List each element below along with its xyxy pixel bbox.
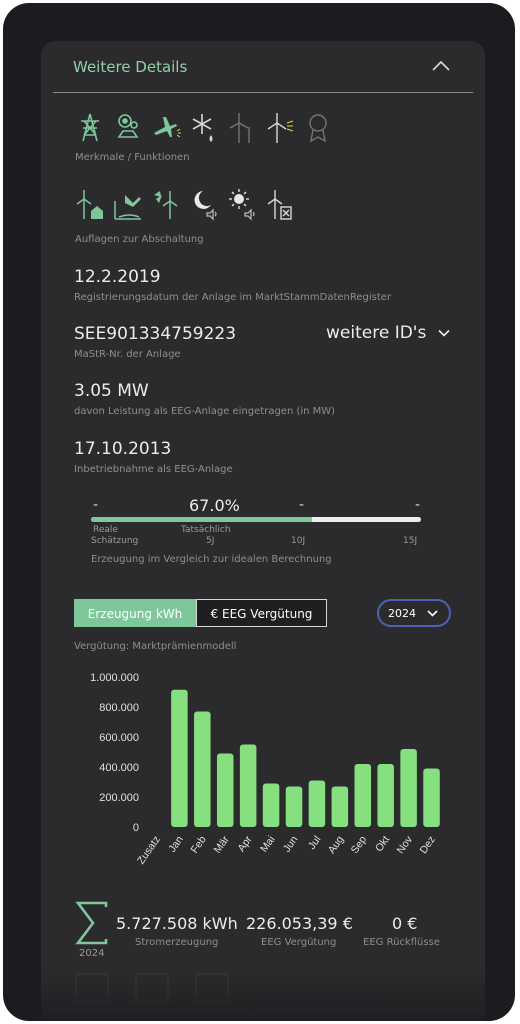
real-label: Reale <box>93 525 118 535</box>
commissioning-date: 17.10.2013 <box>74 439 172 459</box>
device-frame: Weitere Details Merkmale / Funktionen Au… <box>3 3 515 1021</box>
x-tick-label: Apr <box>235 833 254 854</box>
comparison-caption: Erzeugung im Vergleich zur idealen Berec… <box>91 554 332 565</box>
power-pylon-icon <box>81 113 99 142</box>
bar-mai[interactable] <box>262 783 280 828</box>
shadow-slope-icon <box>114 195 141 220</box>
more-ids-button[interactable]: weitere ID's <box>326 323 450 343</box>
eeg-label: EEG Vergütung <box>261 937 337 948</box>
bar-aug[interactable] <box>331 786 349 828</box>
bar-jul[interactable] <box>308 780 326 828</box>
comparison-fill <box>91 517 313 522</box>
tick-10j: 10J <box>291 536 306 546</box>
x-tick-label: Feb <box>189 834 209 856</box>
airplane-light-icon <box>154 117 181 138</box>
y-tick-label: 400.000 <box>99 762 139 774</box>
bar-okt[interactable] <box>377 764 394 827</box>
x-tick-label: Mai <box>258 834 278 855</box>
mastr-id: SEE901334759223 <box>74 324 237 344</box>
turbine-document-icon <box>267 190 292 220</box>
details-panel: Weitere Details Merkmale / Funktionen Au… <box>41 41 485 1021</box>
actual-label: Tatsächlich <box>181 525 231 535</box>
tick-15j: 15J <box>403 536 418 546</box>
map-pin-person-icon <box>117 114 139 138</box>
turbine-house-icon <box>76 190 103 219</box>
commissioning-caption: Inbetriebnahme als EEG-Anlage <box>74 464 233 475</box>
features-caption: Merkmale / Funktionen <box>75 152 190 163</box>
x-tick-label: Nov <box>395 833 416 856</box>
x-tick-label: Mär <box>211 833 231 855</box>
mastr-caption: MaStR-Nr. der Anlage <box>74 349 181 360</box>
sigma-year: 2024 <box>79 948 105 959</box>
x-tick-label: Aug <box>326 834 347 856</box>
eeg-value: 226.053,39 € <box>246 914 353 933</box>
remuneration-model: Vergütung: Marktprämienmodell <box>74 641 237 652</box>
x-tick-label: Jul <box>306 834 324 852</box>
divider <box>53 92 473 93</box>
refund-label: EEG Rückflüsse <box>363 937 440 948</box>
y-tick-label: 1.000.000 <box>90 672 139 684</box>
more-ids-label: weitere ID's <box>326 323 427 343</box>
chevron-down-icon <box>427 610 438 617</box>
wind-turbine-light-icon <box>267 113 294 143</box>
estimate-label: Schätzung <box>91 536 139 546</box>
power-value: 3.05 MW <box>74 381 149 401</box>
tick-5j: 5J <box>206 536 215 546</box>
x-tick-label: Dez <box>417 834 438 856</box>
wind-turbine-icon <box>229 113 250 143</box>
chevron-down-icon <box>438 329 450 337</box>
x-tick-label: Jun <box>281 834 301 855</box>
bird-turbine-icon <box>154 191 178 219</box>
comparison-track <box>91 517 421 522</box>
y-tick-label: 200.000 <box>99 792 139 804</box>
shutdown-icons <box>75 187 295 221</box>
comparison-percent: 67.0% <box>189 496 240 515</box>
moon-sound-icon <box>194 191 217 221</box>
toggle-eeg-remuneration[interactable]: € EEG Vergütung <box>196 599 327 627</box>
bar-jun[interactable] <box>285 786 303 828</box>
refund-value: 0 € <box>392 914 418 933</box>
generation-label: Stromerzeugung <box>135 937 219 948</box>
y-tick-label: 0 <box>133 822 139 834</box>
award-ribbon-icon <box>309 114 327 143</box>
y-tick-label: 800.000 <box>99 702 139 714</box>
bottom-fade <box>41 971 485 1021</box>
x-tick-label: Jan <box>166 834 186 855</box>
feature-icons <box>75 111 333 145</box>
bar-dez[interactable] <box>423 768 440 828</box>
registration-date: 12.2.2019 <box>74 267 161 287</box>
bar-nov[interactable] <box>400 749 417 827</box>
generation-value: 5.727.508 kWh <box>116 914 238 933</box>
dash-left: - <box>93 497 99 513</box>
x-tick-label: Sep <box>349 834 370 856</box>
chevron-up-icon[interactable] <box>431 59 451 73</box>
registration-caption: Registrierungsdatum der Anlage im MarktS… <box>74 292 392 303</box>
year-value: 2024 <box>388 607 416 620</box>
bar-sep[interactable] <box>354 764 372 827</box>
dash-mid: - <box>299 497 305 513</box>
sun-sound-icon <box>229 189 255 221</box>
y-tick-label: 600.000 <box>99 732 139 744</box>
x-tick-label: Okt <box>373 834 392 854</box>
dash-right: - <box>415 497 421 513</box>
sigma-icon <box>75 901 108 945</box>
year-select[interactable]: 2024 <box>377 599 451 627</box>
bar-mär[interactable] <box>216 753 234 828</box>
bar-feb[interactable] <box>194 711 211 828</box>
toggle-generation[interactable]: Erzeugung kWh <box>74 599 196 627</box>
monthly-generation-chart: 0 200.000 400.000 600.000 800.000 1.000.000 Zu… <box>90 672 440 867</box>
snowflake-drop-icon <box>192 114 213 142</box>
bar-jan[interactable] <box>171 689 188 827</box>
shutdown-caption: Auflagen zur Abschaltung <box>75 234 204 245</box>
x-tick-label: Zusatz <box>135 834 163 867</box>
section-title: Weitere Details <box>73 58 188 76</box>
bar-apr[interactable] <box>239 744 257 828</box>
power-caption: davon Leistung als EEG-Anlage eingetrage… <box>74 406 336 417</box>
